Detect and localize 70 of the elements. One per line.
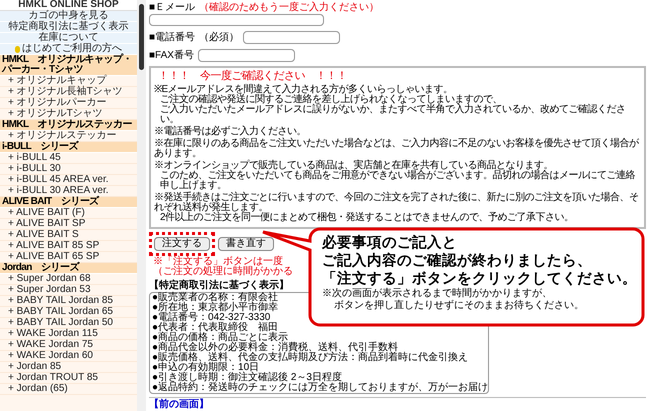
category-item[interactable]: + Jordan (65) xyxy=(0,384,137,395)
field-label: ■電話番号 xyxy=(149,32,196,43)
category-item[interactable]: + オリジナルパーカー xyxy=(0,98,137,109)
notice-text: ※Eメールアドレスを間違えて入力される方が多くいらっしゃいます。 xyxy=(154,85,454,95)
category-item[interactable]: + Jordan 85 xyxy=(0,362,137,373)
back-link[interactable]: 【前の画面】 xyxy=(149,399,209,410)
fax-field[interactable] xyxy=(198,49,295,62)
category-item[interactable]: + Super Jordan 68 xyxy=(0,274,137,285)
form-button[interactable]: 書き直す xyxy=(218,237,274,251)
scrollbar-thumb[interactable] xyxy=(139,4,144,70)
notice-text: 2件以上のご注文を同一便にまとめて梱包・発送することはできませんので、予めご了承下さい。 xyxy=(159,213,575,223)
notice-text: このため、ご注文をいただいても商品をご用意ができない場合がございます。品切れの場合はメールにてご連絡申し上げます。 xyxy=(159,171,636,191)
order-note: ※「注文する」ボタンは一度 xyxy=(153,257,283,267)
callout-heading: ご記入内容のご確認が終わりましたら、 xyxy=(322,252,593,270)
notice-text: ※発送手続きはご注文ごとに行いますので、今回のご注文を完了された後に、新たに別のご注文を頂いた場合、それぞれ送料が発生します。 xyxy=(154,193,640,213)
category-item[interactable]: + i-BULL 45 xyxy=(0,153,137,164)
notice-text: ※オンラインショップで販売している商品は、実店舗と在庫を共有している商品となります。 xyxy=(154,161,554,171)
field-label: ■FAX番号 xyxy=(149,50,194,61)
sidebar-link[interactable]: 特定商取引法に基づく表示 xyxy=(0,22,137,33)
legal-line: ●申込の有効期限：10日 xyxy=(152,363,260,373)
category-item[interactable]: + Jordan TROUT 85 xyxy=(0,373,137,384)
callout-heading: 必要事項のご記入と xyxy=(322,234,458,252)
category-item[interactable]: + オリジナル長袖Tシャツ xyxy=(0,87,137,98)
notice-text: ※在庫に限りのある商品をご注文いただいた場合などは、ご入力内容に不足のないお客様を優先させて頂く場合があります。 xyxy=(154,139,640,159)
category-heading: i-BULL シリーズ xyxy=(0,142,137,153)
notice-text: ※電話番号は必ずご入力ください。 xyxy=(154,127,307,137)
category-item[interactable]: + ALIVE BAIT SP xyxy=(0,219,137,230)
notice-text: ご入力いただいたメールアドレスに誤りがないか、またすべて半角で入力されているか、改めてご確認ください。 xyxy=(159,105,626,125)
category-item[interactable]: + ALIVE BAIT (F) xyxy=(0,208,137,219)
legal-line: ●販売価格、送料、代金の支払時期及び方法：商品到着時に代金引換え xyxy=(152,353,468,363)
sidebar-link[interactable]: カゴの中身を見る xyxy=(0,11,137,22)
category-item[interactable]: + WAKE Jordan 60 xyxy=(0,351,137,362)
shop-title: HMKL ONLINE SHOP xyxy=(0,0,137,11)
field-hint: （必須） xyxy=(199,32,240,43)
category-heading: HMKL オリジナルキャップ・パーカー・Tシャツ xyxy=(0,55,137,76)
field-label: ■Ｅメール xyxy=(149,2,196,13)
form-button[interactable]: 注文する xyxy=(154,237,210,251)
legal-line: ●商品代金以外の必要料金：消費税、送料、代引手数料 xyxy=(152,343,398,353)
notice-title: ！！！ 今一度ご確認ください ！！！ xyxy=(157,70,348,83)
legal-line: ●返品特約：発送時のチェックには万全を期しておりますが、万が一お届け xyxy=(152,383,488,393)
legal-line: ●商品の価格：商品ごとに表示 xyxy=(152,333,288,343)
legal-line: ●所在地：東京都小平市御幸 xyxy=(152,303,278,313)
notice-text: ご注文の確認や発送に関するご連絡を差し上げられなくなってしまいますので、 xyxy=(159,95,503,105)
category-item[interactable]: + BABY TAIL Jordan 65 xyxy=(0,307,137,318)
legal-title: 【特定商取引法に基づく表示】 xyxy=(149,280,289,291)
category-item[interactable]: + WAKE Jordan 75 xyxy=(0,340,137,351)
legal-line: ●販売業者の名称：有限会社 xyxy=(152,293,278,303)
legal-line: ●引き渡し時期：御注文確認後 2～3日程度 xyxy=(152,373,342,383)
category-item[interactable]: + ALIVE BAIT S xyxy=(0,230,137,241)
category-item[interactable]: + オリジナルキャップ xyxy=(0,76,137,87)
category-item[interactable]: + ALIVE BAIT 85 SP xyxy=(0,241,137,252)
callout-note: ※次の画面が表示されるまで時間がかかりますが、 xyxy=(322,288,553,300)
category-item[interactable]: + Super Jordan 53 xyxy=(0,285,137,296)
category-heading: HMKL オリジナルステッカー xyxy=(0,120,137,131)
legal-line: ●代表者：代表取締役 福田 xyxy=(152,323,278,333)
category-item[interactable]: + BABY TAIL Jordan 50 xyxy=(0,318,137,329)
order-note: （ご注文の処理に時間がかかる xyxy=(153,267,293,277)
category-item[interactable]: + BABY TAIL Jordan 85 xyxy=(0,296,137,307)
callout-heading: 「注文する」ボタンをクリックしてください。 xyxy=(322,270,637,288)
phone-field[interactable] xyxy=(243,31,340,44)
category-heading: Jordan シリーズ xyxy=(0,263,137,274)
email-field[interactable] xyxy=(149,14,324,26)
legal-line: ●電話番号：042-327-3330 xyxy=(152,313,270,323)
category-item[interactable]: + WAKE Jordan 115 xyxy=(0,329,137,340)
callout-note: ボタンを押し直したりせずにそのままお待ちください。 xyxy=(333,300,585,312)
category-item[interactable]: + i-BULL 30 xyxy=(0,164,137,175)
sidebar-link[interactable]: 在庫について xyxy=(0,33,137,44)
field-hint: （確認のためもう一度ご入力ください） xyxy=(199,2,380,13)
category-heading: ALIVE BAIT シリーズ xyxy=(0,197,137,208)
category-item[interactable]: + i-BULL 45 AREA ver. xyxy=(0,175,137,186)
